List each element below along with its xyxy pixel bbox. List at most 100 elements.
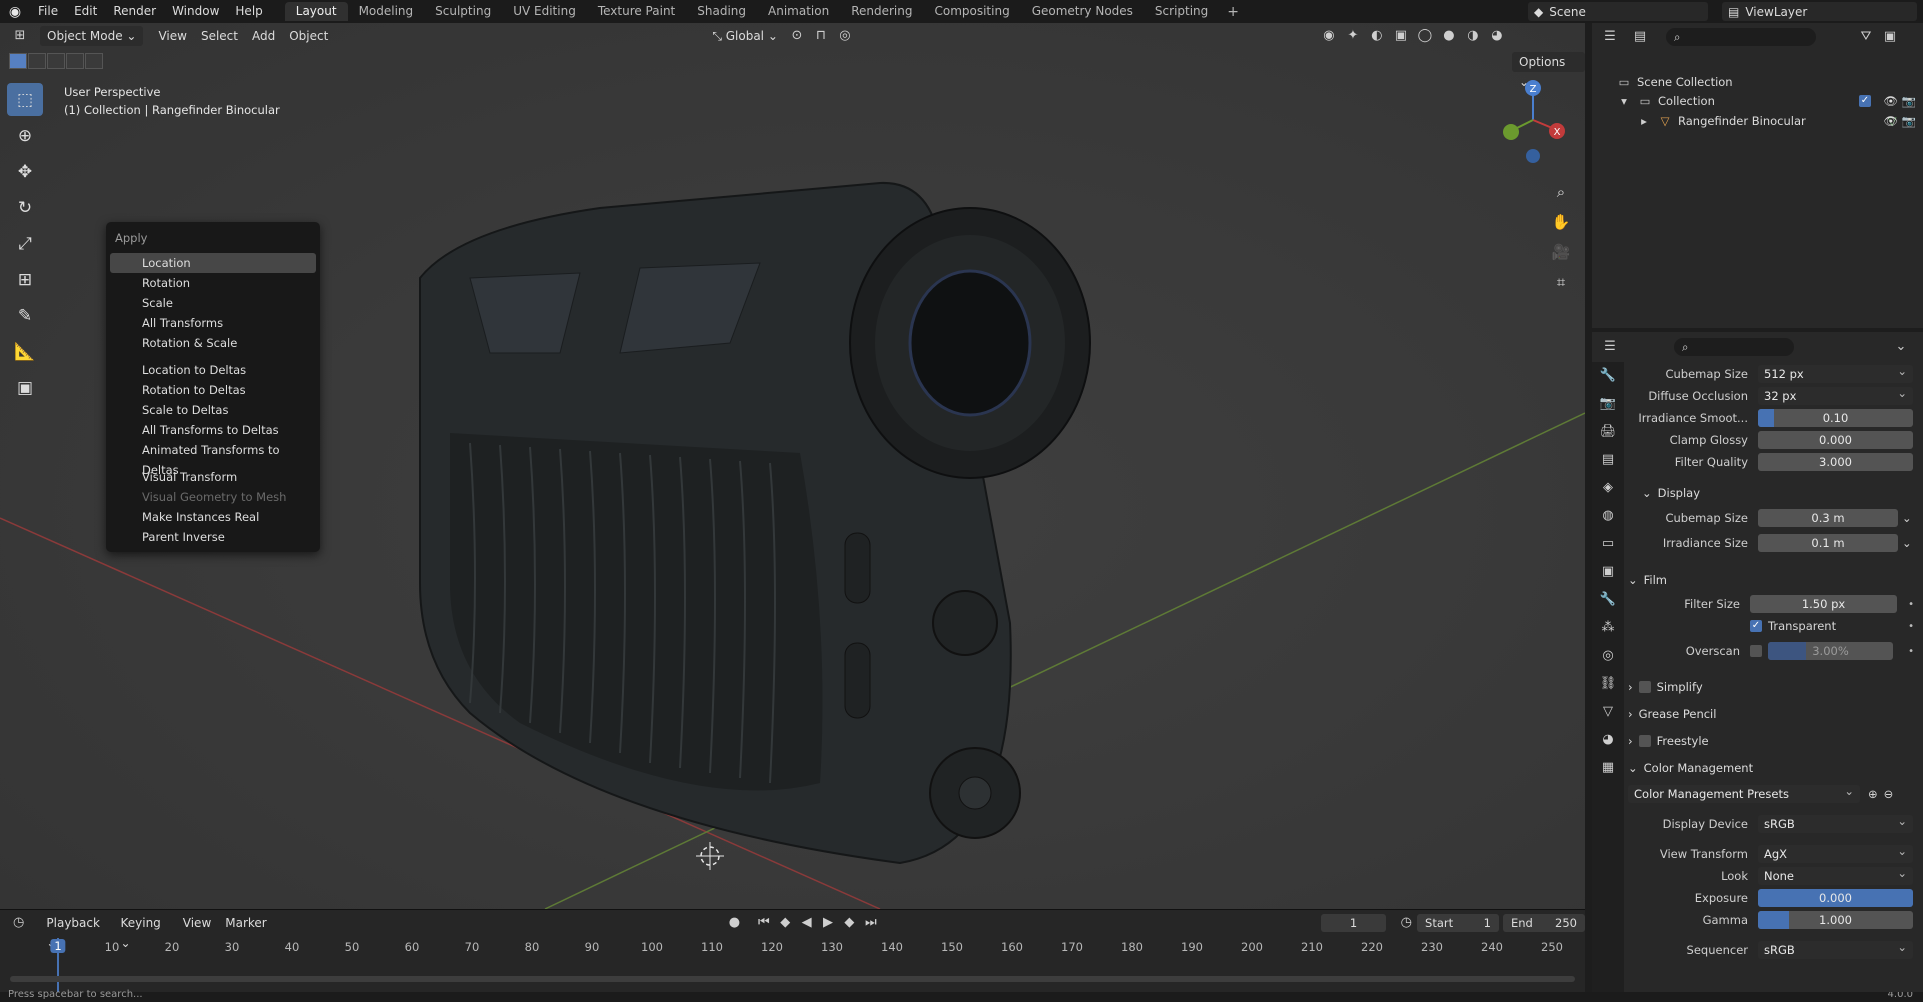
scene-selector[interactable]: ◆ Scene — [1528, 2, 1708, 21]
cubemap-size-dropdown[interactable]: 512 px — [1758, 365, 1913, 383]
menu-help[interactable]: Help — [227, 0, 270, 23]
menu-edit[interactable]: Edit — [66, 0, 105, 23]
menu-view[interactable]: View — [151, 26, 193, 46]
modifier-tab-icon[interactable]: 🔧 — [1592, 586, 1624, 614]
tab-shading[interactable]: Shading — [686, 2, 757, 21]
playhead-frame-label[interactable]: 1 — [50, 939, 66, 953]
play-reverse-icon[interactable]: ◀ — [796, 913, 817, 933]
diffuse-occlusion-dropdown[interactable]: 32 px — [1758, 387, 1913, 405]
transform-tool-icon[interactable]: ⊞ — [7, 263, 43, 296]
remove-preset-icon[interactable]: ⊖ — [1884, 787, 1894, 801]
options-button[interactable]: Options ⌄ — [1512, 52, 1585, 89]
constraints-tab-icon[interactable]: ⛓ — [1592, 670, 1624, 698]
select-intersect-icon[interactable] — [85, 53, 103, 69]
transform-orientation-dropdown[interactable]: ⤡ Global ⌄ — [705, 26, 785, 46]
particles-tab-icon[interactable]: ⁂ — [1592, 614, 1624, 642]
exposure-slider[interactable]: 0.000 — [1758, 889, 1913, 907]
timeline-scrollbar[interactable] — [10, 976, 1575, 982]
record-icon[interactable]: ● — [724, 913, 745, 933]
zoom-icon[interactable]: ⌕ — [1547, 178, 1575, 206]
world-tab-icon[interactable]: ◍ — [1592, 502, 1624, 530]
snap-icon[interactable]: ⊓ — [809, 26, 833, 46]
outliner-editor-type-icon[interactable]: ☰ — [1598, 27, 1622, 47]
filter-quality-field[interactable]: 3.000 — [1758, 453, 1913, 471]
look-dropdown[interactable]: None — [1758, 867, 1913, 885]
outliner-collection[interactable]: ▾ ▭ Collection ✓ 👁 📷 — [1592, 91, 1922, 110]
material-tab-icon[interactable]: ◕ — [1592, 726, 1624, 754]
tab-sculpting[interactable]: Sculpting — [424, 2, 502, 21]
outliner-object[interactable]: ▸ ▽ Rangefinder Binocular ▽ 👁 📷 — [1592, 111, 1922, 130]
keying-menu[interactable]: Keying ⌄ — [113, 913, 175, 950]
tab-uv-editing[interactable]: UV Editing — [502, 2, 587, 21]
view-transform-dropdown[interactable]: AgX — [1758, 845, 1913, 863]
filter-size-keyframe-icon[interactable]: • — [1908, 599, 1914, 610]
collection-exclude-checkbox[interactable]: ✓ — [1859, 94, 1871, 107]
outliner-search-input[interactable]: ⌕ — [1666, 28, 1816, 46]
output-tab-icon[interactable]: 🖨 — [1592, 418, 1624, 446]
texture-tab-icon[interactable]: ▦ — [1592, 754, 1624, 782]
object-visibility-eye-icon[interactable]: 👁 — [1883, 114, 1898, 128]
annotate-tool-icon[interactable]: ✎ — [7, 299, 43, 332]
sequencer-dropdown[interactable]: sRGB — [1758, 941, 1913, 959]
collection-tab-icon[interactable]: ▭ — [1592, 530, 1624, 558]
tab-texture-paint[interactable]: Texture Paint — [587, 2, 686, 21]
tool-settings-tab-icon[interactable]: 🔧 — [1592, 362, 1624, 390]
select-box-tool-icon[interactable]: ⬚ — [7, 83, 43, 116]
apply-visual-transform[interactable]: Visual Transform — [110, 467, 316, 487]
menu-add[interactable]: Add — [245, 26, 282, 46]
rotate-tool-icon[interactable]: ↻ — [7, 191, 43, 224]
scale-tool-icon[interactable]: ⤢ — [7, 227, 43, 260]
apply-rotation[interactable]: Rotation — [110, 273, 316, 293]
camera-view-icon[interactable]: 🎥 — [1547, 238, 1575, 266]
transparent-checkbox[interactable]: ✓ — [1750, 620, 1762, 632]
editor-type-icon[interactable]: ⊞ — [8, 26, 32, 46]
object-render-camera-icon[interactable]: 📷 — [1902, 114, 1916, 128]
display-irradiance-dropdown-icon[interactable]: ⌄ — [1902, 536, 1912, 550]
pivot-point-icon[interactable]: ⊙ — [785, 26, 809, 46]
prev-keyframe-icon[interactable]: ◆ — [775, 913, 796, 933]
rendered-shading-icon[interactable]: ◕ — [1485, 26, 1509, 46]
3d-viewport[interactable]: ⊞ Object Mode ⌄ View Select Add Object ⤡… — [0, 23, 1585, 909]
display-cubemap-field[interactable]: 0.3 m — [1758, 509, 1898, 527]
tab-geometry-nodes[interactable]: Geometry Nodes — [1021, 2, 1144, 21]
apply-rotation-to-deltas[interactable]: Rotation to Deltas — [110, 380, 316, 400]
overscan-keyframe-icon[interactable]: • — [1908, 646, 1914, 657]
clamp-glossy-field[interactable]: 0.000 — [1758, 431, 1913, 449]
select-new-icon[interactable] — [9, 53, 27, 69]
add-workspace-icon[interactable]: + — [1219, 4, 1247, 20]
display-device-dropdown[interactable]: sRGB — [1758, 815, 1913, 833]
apply-parent-inverse[interactable]: Parent Inverse — [110, 527, 316, 547]
marker-menu[interactable]: Marker — [218, 913, 273, 933]
select-subtract-icon[interactable] — [47, 53, 65, 69]
apply-location[interactable]: Location — [110, 253, 316, 273]
apply-scale-to-deltas[interactable]: Scale to Deltas — [110, 400, 316, 420]
physics-tab-icon[interactable]: ◎ — [1592, 642, 1624, 670]
timeline-editor-type-icon[interactable]: ◷ — [8, 913, 29, 933]
properties-search-input[interactable]: ⌕ — [1674, 338, 1794, 356]
apply-all-transforms[interactable]: All Transforms — [110, 313, 316, 333]
cm-presets-dropdown[interactable]: Color Management Presets — [1628, 785, 1860, 803]
apply-all-transforms-to-deltas[interactable]: All Transforms to Deltas — [110, 420, 316, 440]
tab-animation[interactable]: Animation — [757, 2, 840, 21]
irradiance-smoothing-slider[interactable]: 0.10 — [1758, 409, 1913, 427]
collection-visibility-eye-icon[interactable]: 👁 — [1883, 94, 1898, 108]
menu-object[interactable]: Object — [282, 26, 335, 46]
select-difference-icon[interactable] — [66, 53, 84, 69]
navigation-gizmo[interactable]: Z X — [1495, 78, 1565, 168]
display-cubemap-dropdown-icon[interactable]: ⌄ — [1902, 511, 1912, 525]
overscan-checkbox[interactable] — [1750, 645, 1762, 657]
data-tab-icon[interactable]: ▽ — [1592, 698, 1624, 726]
proportional-editing-icon[interactable]: ◎ — [833, 26, 857, 46]
apply-make-instances-real[interactable]: Make Instances Real — [110, 507, 316, 527]
move-tool-icon[interactable]: ✥ — [7, 155, 43, 188]
tab-rendering[interactable]: Rendering — [840, 2, 923, 21]
simplify-section-header[interactable]: › Simplify — [1628, 676, 1920, 698]
end-frame-field[interactable]: End 250 — [1503, 914, 1585, 932]
overlays-icon[interactable]: ◐ — [1365, 26, 1389, 46]
wireframe-shading-icon[interactable]: ◯ — [1413, 26, 1437, 46]
apply-scale[interactable]: Scale — [110, 293, 316, 313]
apply-location-to-deltas[interactable]: Location to Deltas — [110, 360, 316, 380]
overscan-slider[interactable]: 3.00% — [1768, 642, 1893, 660]
expand-arrow-icon[interactable]: ▸ — [1636, 114, 1652, 128]
start-frame-field[interactable]: Start 1 — [1417, 914, 1499, 932]
